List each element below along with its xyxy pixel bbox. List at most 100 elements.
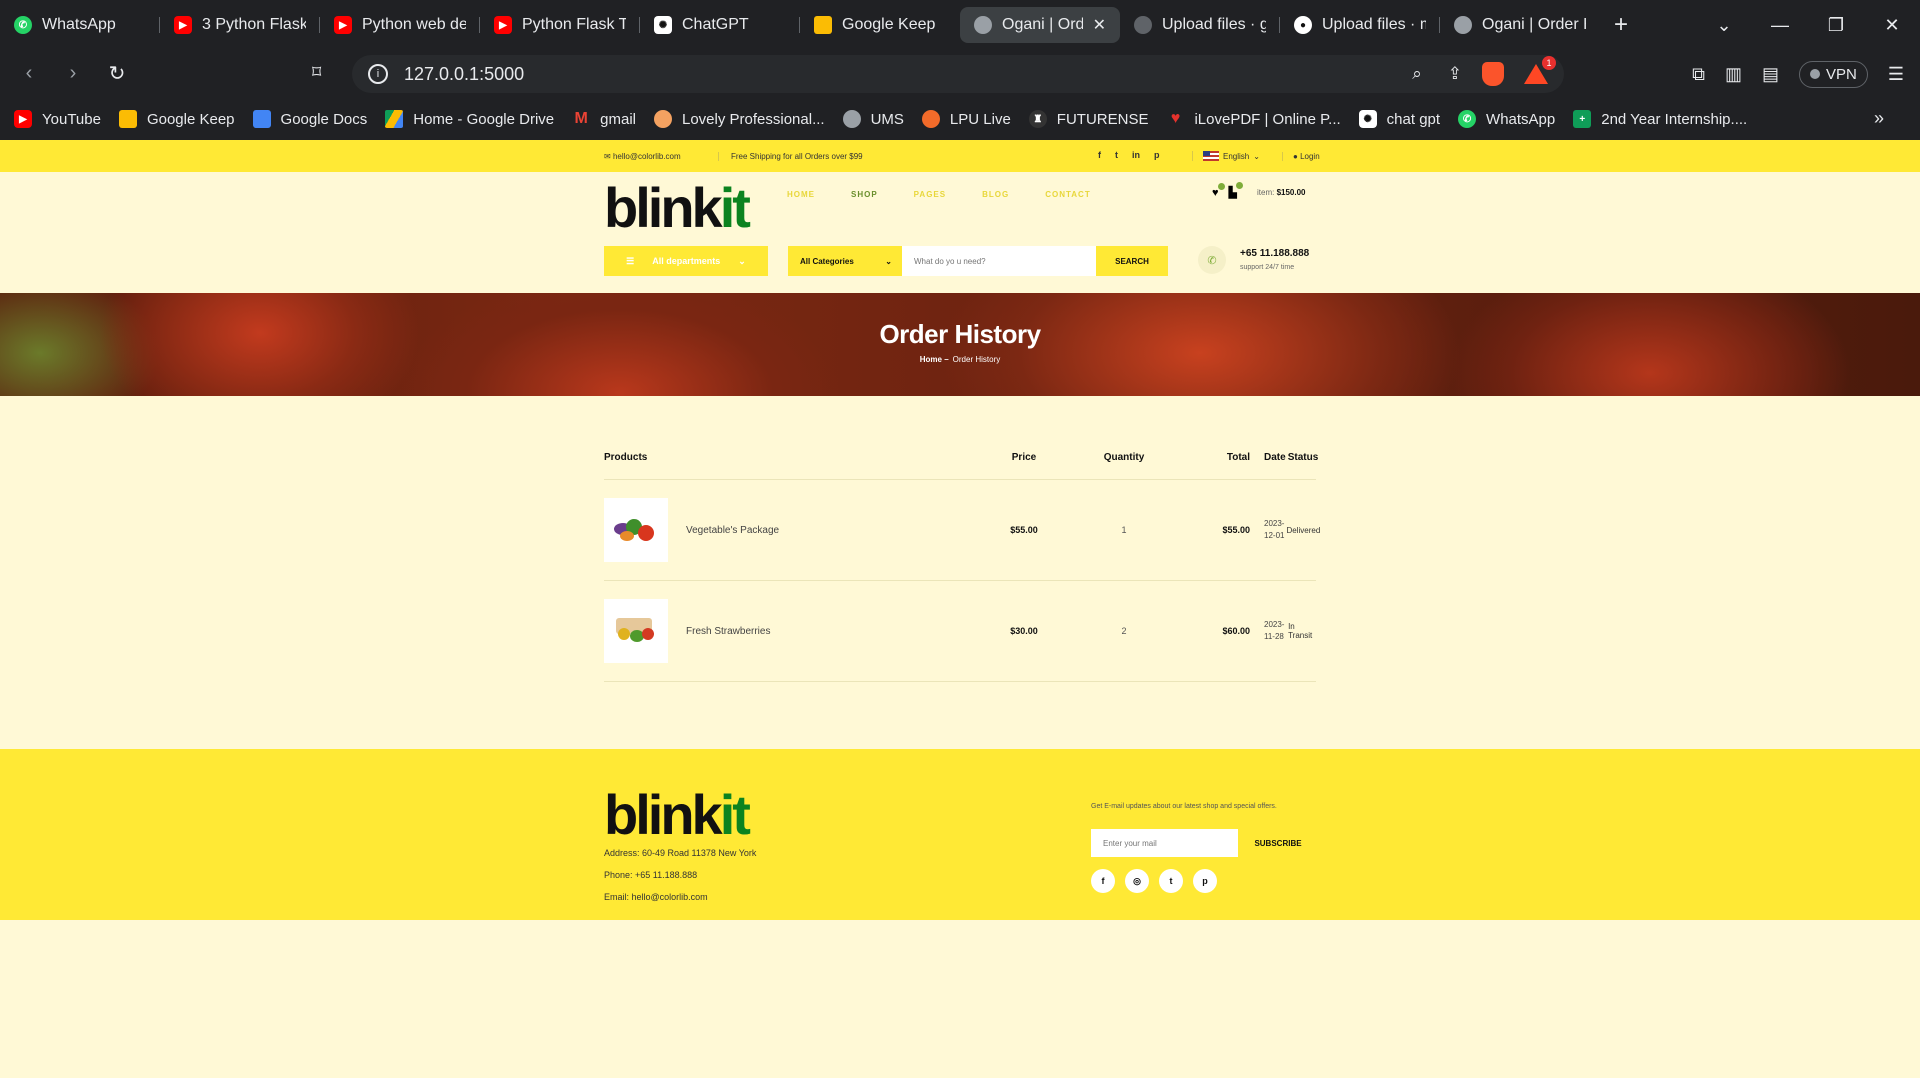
menu-blog[interactable]: BLOG [982,190,1009,199]
tab-google-keep[interactable]: Google Keep [800,7,960,43]
tab-strip: ✆ WhatsApp ▶ 3 Python Flask ▶ Python web de… [0,0,1920,50]
bookmark-ilovepdf[interactable]: ♥ iLovePDF | Online P... [1166,110,1341,128]
extensions-icon[interactable]: ⧉ [1692,64,1705,85]
language-selector[interactable]: English ⌄ [1192,151,1260,161]
tab-python-flask-1[interactable]: ▶ 3 Python Flask [160,7,320,43]
bookmark-ums[interactable]: UMS [842,110,904,128]
bookmark-google-drive[interactable]: Home - Google Drive [385,110,554,128]
bookmark-lovely-professional[interactable]: Lovely Professional... [654,110,825,128]
all-departments-button[interactable]: ☰ All departments ⌄ [604,246,768,276]
forward-icon[interactable]: › [62,62,84,85]
vpn-button[interactable]: VPN [1799,60,1868,88]
window-controls: ⌄ — ❐ ✕ [1696,0,1920,50]
youtube-icon: ▶ [174,16,192,34]
breadcrumb-home[interactable]: Home – [920,355,949,364]
menu-home[interactable]: HOME [787,190,815,199]
tab-python-web-dev[interactable]: ▶ Python web dev [320,7,480,43]
wishlist-icon[interactable]: ♥ [1212,182,1225,199]
footer-phone: Phone: +65 11.188.888 [604,870,698,880]
github-icon [1134,16,1152,34]
menu-pages[interactable]: PAGES [914,190,946,199]
bookmarks-bar: ▶ YouTube Google Keep Google Docs Home - … [0,98,1920,140]
bookmark-google-keep[interactable]: Google Keep [118,110,235,128]
sidebar-icon[interactable]: ▥ [1725,64,1742,85]
instagram-icon[interactable]: ◎ [1125,869,1149,893]
menu-contact[interactable]: CONTACT [1045,190,1091,199]
phone-number: +65 11.188.888 [1240,248,1310,259]
menu-icon[interactable]: ☰ [1888,64,1904,85]
linkedin-icon[interactable]: in [1132,150,1140,160]
footer-email: Email: hello@colorlib.com [604,892,708,902]
table-header: Products Price Quantity Total Date Statu… [604,436,1318,480]
main-menu: HOME SHOP PAGES BLOG CONTACT [787,190,1091,199]
pinterest-icon[interactable]: p [1193,869,1217,893]
url-text[interactable]: 127.0.0.1:5000 [404,64,1386,85]
bookmark-youtube[interactable]: ▶ YouTube [14,110,101,128]
restore-icon[interactable]: ❐ [1808,15,1864,36]
address-bar[interactable]: i 127.0.0.1:5000 ⌕ ⇪ 1 [352,55,1564,93]
newsletter-email-input[interactable] [1091,829,1238,857]
minimize-icon[interactable]: — [1752,15,1808,36]
tab-ogani-order-history[interactable]: Ogani | Order H [1440,7,1600,43]
hero-banner: Order History Home – Order History [0,293,1920,396]
login-link[interactable]: ● Login [1282,152,1320,161]
tab-python-flask-tu[interactable]: ▶ Python Flask Tu [480,7,640,43]
bookmark-futurense[interactable]: ♜ FUTURENSE [1028,110,1148,128]
google-docs-icon [252,110,271,128]
us-flag-icon [1203,151,1219,161]
site-logo[interactable]: blinkit [604,180,751,236]
menu-shop[interactable]: SHOP [851,190,878,199]
whatsapp-icon: ✆ [14,16,32,34]
close-tab-icon[interactable]: ✕ [1093,15,1106,35]
bookmark-google-docs[interactable]: Google Docs [252,110,367,128]
header-total: Total [1226,452,1250,463]
tab-upload-files-m[interactable]: ● Upload files · m [1280,7,1440,43]
tab-ogani-order-active[interactable]: Ogani | Ord ✕ [960,7,1120,43]
bookmark-icon[interactable]: ⌑ [312,62,321,83]
new-tab-icon[interactable]: + [1614,11,1628,39]
footer-logo[interactable]: blinkit [604,787,751,843]
brave-shields-icon[interactable] [1482,62,1504,86]
zoom-icon[interactable]: ⌕ [1412,64,1422,84]
cart-icon[interactable]: ▙ [1229,182,1243,199]
bookmark-gmail[interactable]: Mgmail [572,110,636,128]
twitter-icon[interactable]: t [1159,869,1183,893]
order-status: Delivered [1286,525,1321,535]
brave-rewards-icon[interactable]: 1 [1524,56,1556,84]
facebook-icon[interactable]: f [1098,150,1101,160]
subscribe-button[interactable]: SUBSCRIBE [1238,829,1318,857]
youtube-icon: ▶ [14,110,32,128]
breadcrumb-current: Order History [952,355,1001,364]
pinterest-icon[interactable]: p [1154,150,1160,160]
reload-icon[interactable]: ↻ [106,61,128,86]
bookmark-internship-sheet[interactable]: +2nd Year Internship.... [1573,110,1747,128]
facebook-icon[interactable]: f [1091,869,1115,893]
bookmark-whatsapp[interactable]: ✆ WhatsApp [1458,110,1555,128]
bookmark-chat-gpt[interactable]: ✺ chat gpt [1358,110,1440,128]
chevron-down-icon: ⌄ [1253,151,1260,161]
tab-search-chevron-icon[interactable]: ⌄ [1696,15,1752,36]
bookmark-lpu-live[interactable]: LPU Live [921,110,1011,128]
more-bookmarks-icon[interactable]: » [1874,108,1884,129]
google-sheets-icon: + [1573,110,1592,128]
share-icon[interactable]: ⇪ [1448,64,1462,84]
order-history-table: Products Price Quantity Total Date Statu… [604,436,1320,682]
order-status: In Transit [1288,622,1313,640]
order-date: 2023-11-28 [1264,620,1285,641]
tab-upload-files-g[interactable]: Upload files · g [1120,7,1280,43]
close-window-icon[interactable]: ✕ [1864,15,1920,36]
futurense-icon: ♜ [1028,110,1047,128]
wallet-icon[interactable]: ▤ [1762,64,1779,85]
back-icon[interactable]: ‹ [18,62,40,85]
github-icon: ● [1294,16,1312,34]
search-input[interactable] [902,246,1096,276]
site-info-icon[interactable]: i [368,64,388,84]
support-text: support 24/7 time [1240,264,1295,271]
lpu-icon [654,110,672,128]
tab-whatsapp[interactable]: ✆ WhatsApp [0,7,160,43]
search-button[interactable]: SEARCH [1096,246,1168,276]
tab-chatgpt[interactable]: ✺ ChatGPT [640,7,800,43]
category-select[interactable]: All Categories ⌄ [788,246,902,276]
youtube-icon: ▶ [494,16,512,34]
twitter-icon[interactable]: t [1115,150,1118,160]
